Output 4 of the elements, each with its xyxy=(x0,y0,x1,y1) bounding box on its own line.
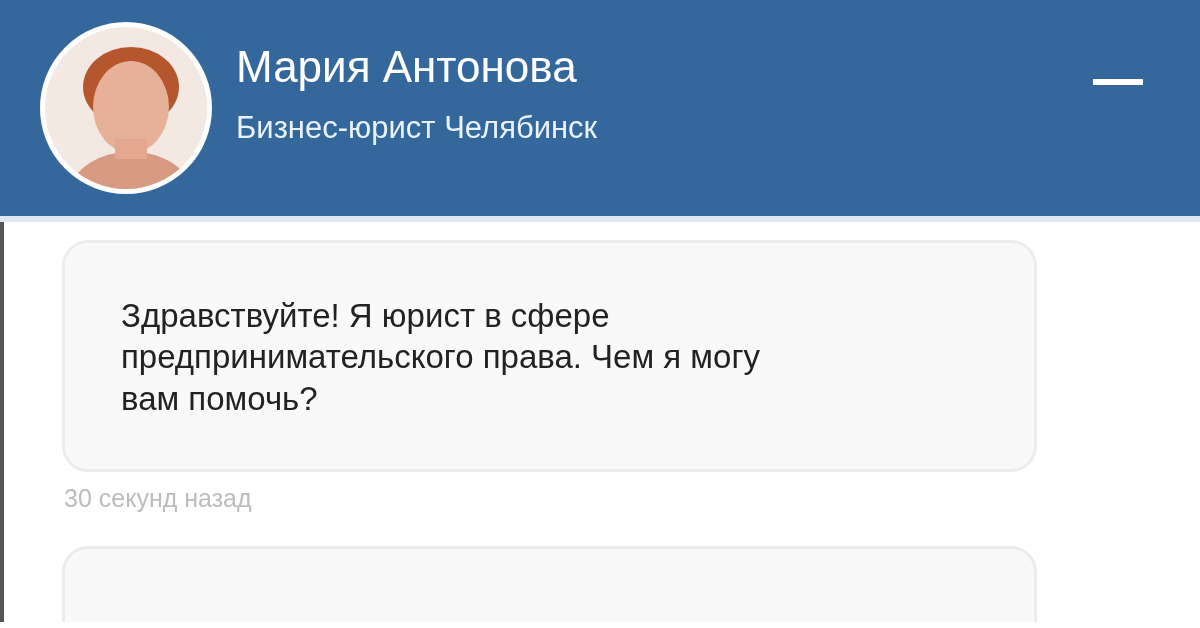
message-text: Здравствуйте! Я юрист в сфере предпринимательского права. Чем я могу вам помочь? xyxy=(121,296,761,419)
message-time: 30 секунд назад xyxy=(64,482,253,510)
contact-name: Мария Антонова xyxy=(236,42,578,91)
contact-subtitle: Бизнес-юрист Челябинск xyxy=(236,108,599,147)
